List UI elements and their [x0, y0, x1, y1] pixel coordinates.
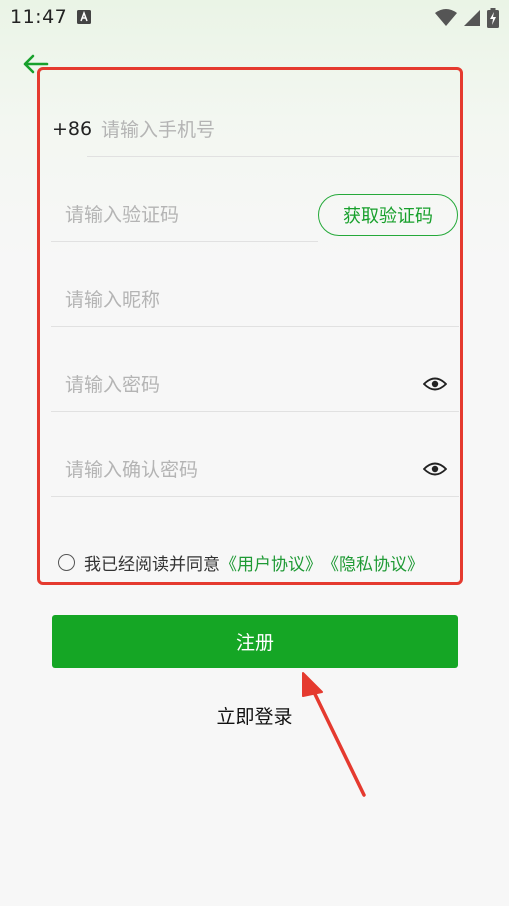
register-button[interactable]: 注册	[52, 615, 458, 668]
signal-icon	[464, 10, 480, 26]
battery-charging-icon	[487, 8, 499, 28]
status-time: 11:47	[10, 6, 68, 28]
annotation-highlight-box	[37, 67, 463, 585]
login-link[interactable]: 立即登录	[0, 702, 509, 729]
status-icons	[435, 8, 499, 28]
wifi-icon	[435, 9, 457, 26]
text-notification-icon	[77, 10, 91, 24]
status-bar: 11:47	[0, 0, 509, 36]
